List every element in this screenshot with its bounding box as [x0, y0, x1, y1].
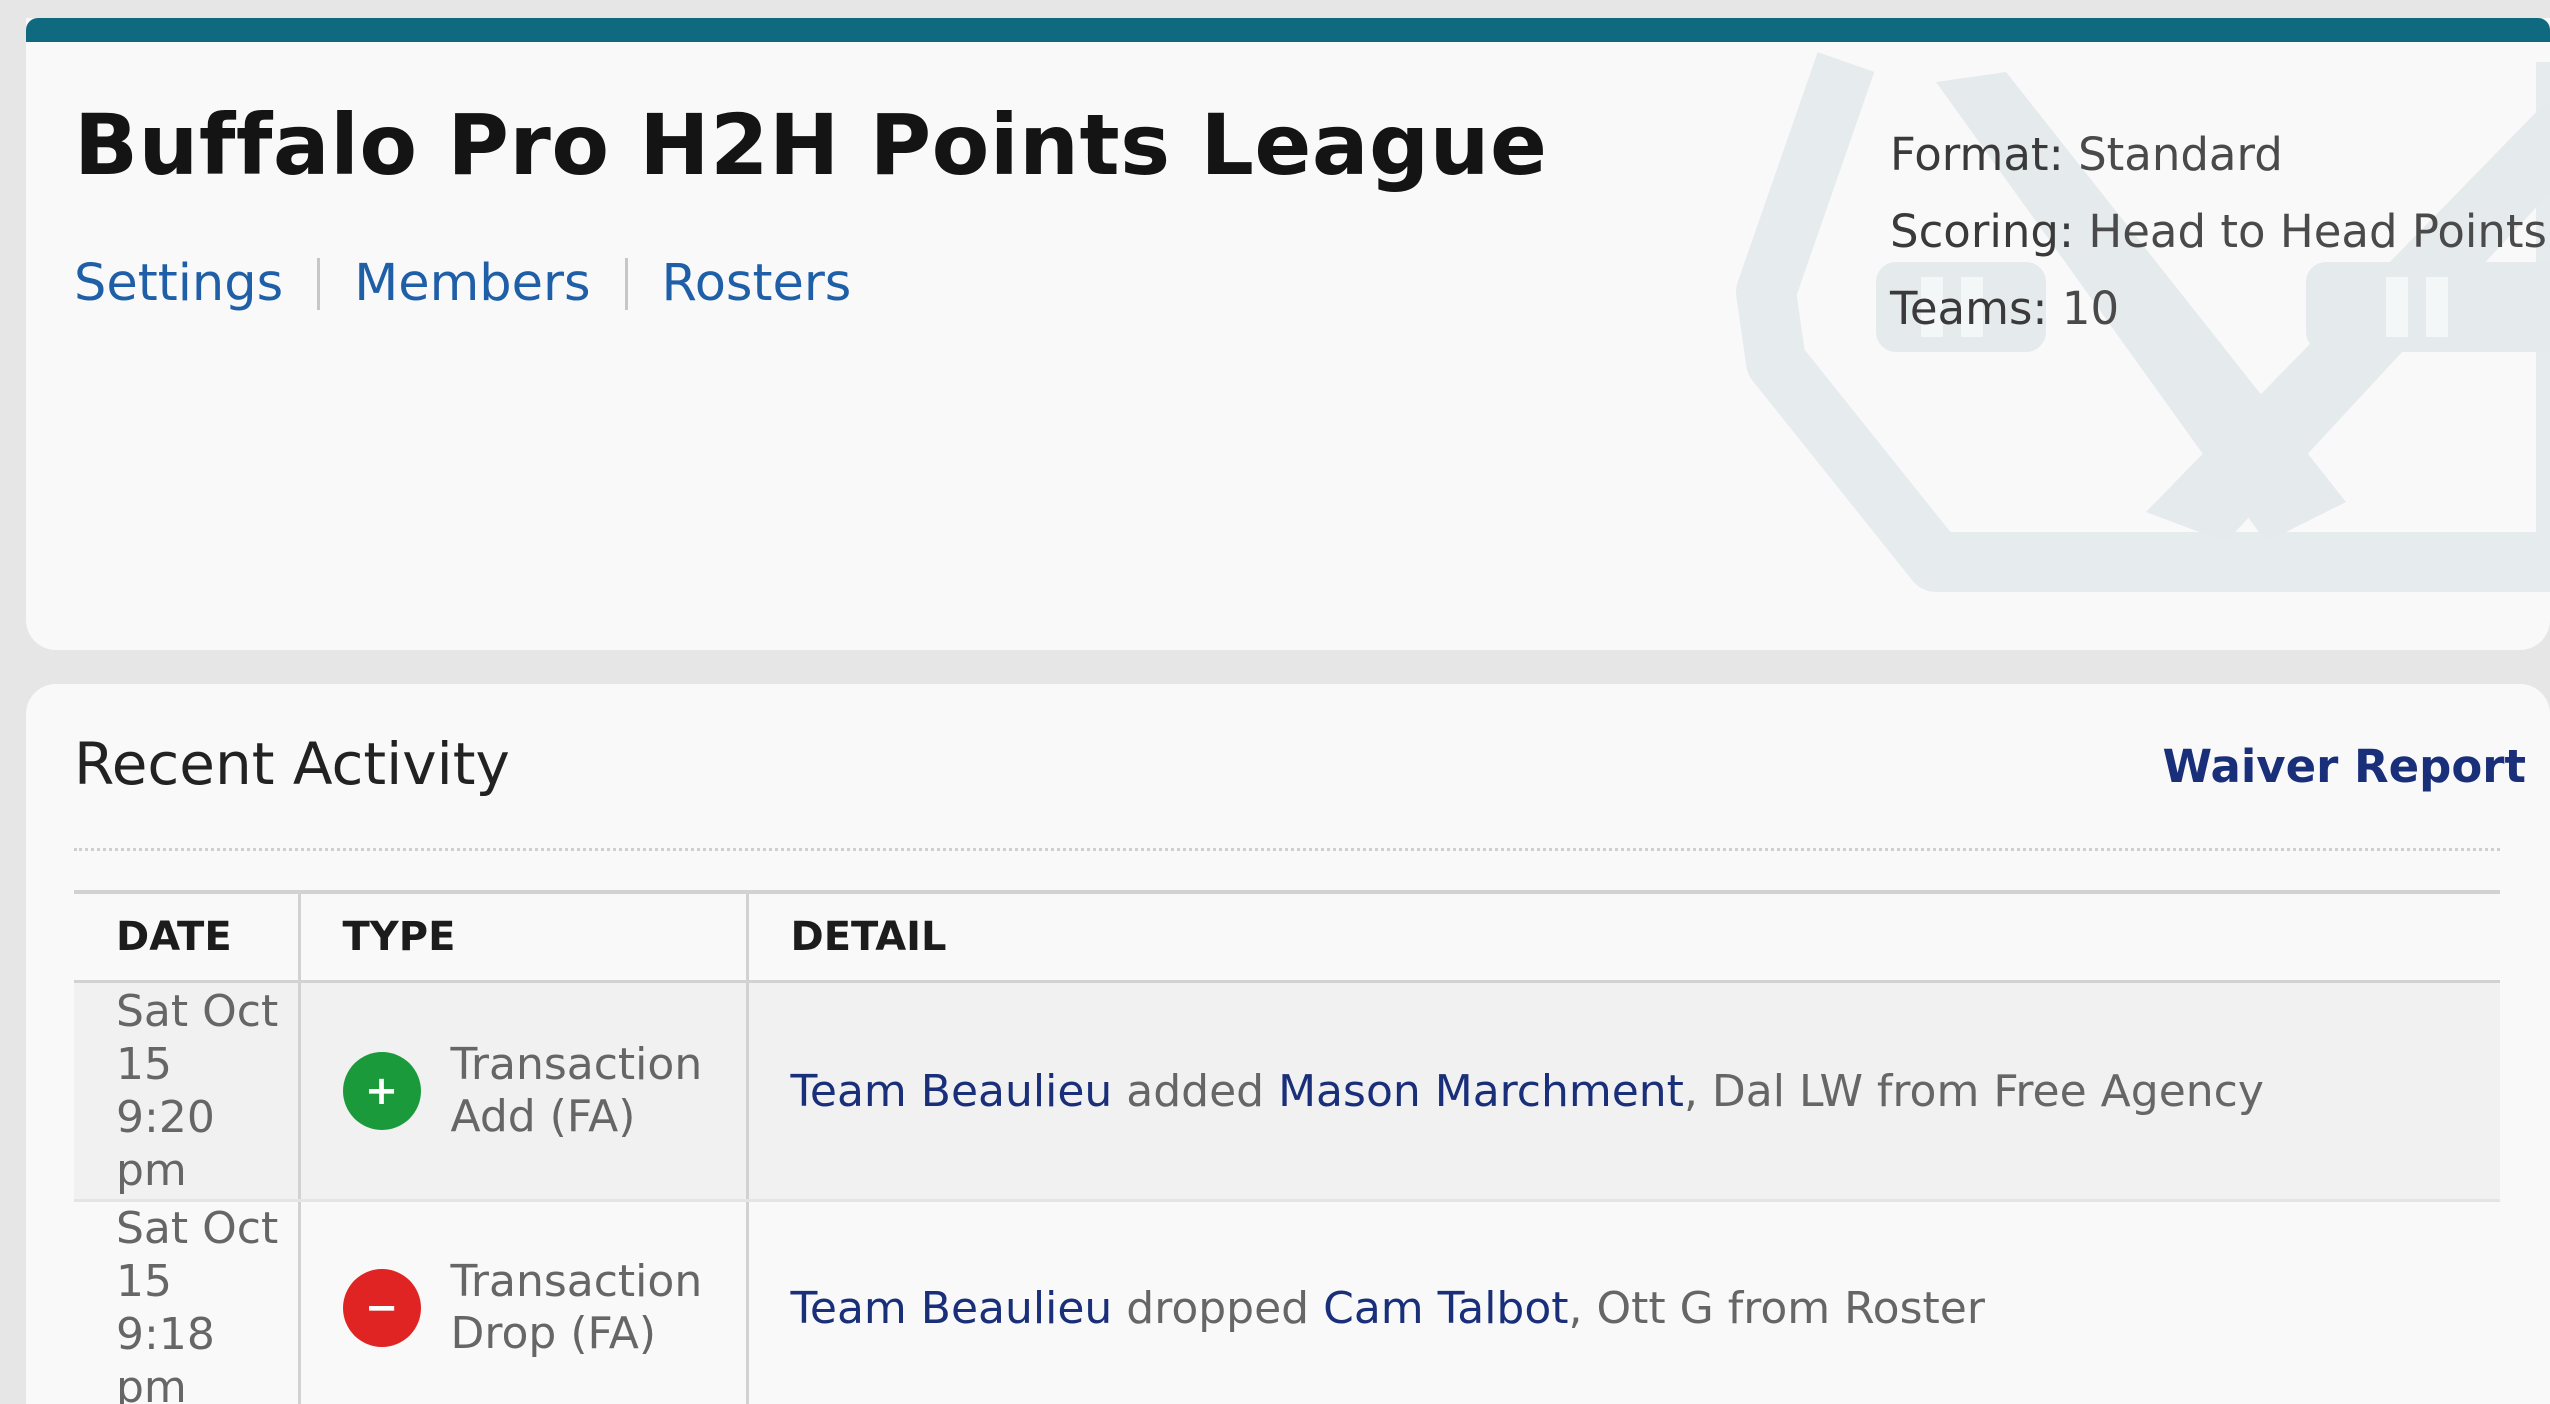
type-main: Transaction	[450, 1256, 703, 1307]
detail-rest: , Ott G from Roster	[1568, 1282, 1985, 1334]
column-header-type[interactable]: TYPE	[297, 890, 747, 983]
date-cell: Sat Oct 15 9:20 pm	[74, 981, 299, 1202]
type-cell: − Transaction Drop (FA)	[297, 1200, 747, 1404]
rosters-link[interactable]: Rosters	[662, 254, 852, 313]
detail-rest: , Dal LW from Free Agency	[1683, 1065, 2264, 1117]
date-time: 9:18 pm	[116, 1309, 215, 1404]
type-main: Transaction	[450, 1039, 703, 1090]
league-nav: Settings Members Rosters	[74, 254, 851, 313]
recent-activity-title: Recent Activity	[74, 730, 510, 798]
table-row: Sat Oct 15 9:20 pm + Transaction Add (FA…	[74, 981, 2500, 1202]
detail-cell: Team Beaulieu dropped Cam Talbot, Ott G …	[745, 1200, 2500, 1404]
type-cell: + Transaction Add (FA)	[297, 981, 747, 1202]
format-label: Format:	[1890, 128, 2064, 181]
column-header-detail[interactable]: DETAIL	[745, 890, 2500, 983]
format-info: Format: Standard	[1890, 116, 2547, 193]
date-time: 9:20 pm	[116, 1092, 215, 1196]
table-header-row: DATE TYPE DETAIL	[74, 890, 2500, 983]
detail-action: added	[1112, 1065, 1279, 1117]
settings-link[interactable]: Settings	[74, 254, 283, 313]
team-link[interactable]: Team Beaulieu	[791, 1066, 1113, 1117]
scoring-info: Scoring: Head to Head Points	[1890, 193, 2547, 270]
date-day: Sat Oct 15	[116, 986, 279, 1090]
league-meta: Format: Standard Scoring: Head to Head P…	[1890, 116, 2547, 347]
activity-table: DATE TYPE DETAIL Sat Oct 15 9:20 pm + Tr…	[74, 890, 2500, 1404]
detail-cell: Team Beaulieu added Mason Marchment, Dal…	[745, 981, 2500, 1202]
teams-label: Teams:	[1890, 282, 2048, 335]
player-link[interactable]: Mason Marchment	[1278, 1066, 1684, 1117]
team-link[interactable]: Team Beaulieu	[791, 1283, 1113, 1334]
members-link[interactable]: Members	[354, 254, 590, 313]
accent-bar	[26, 18, 2550, 42]
type-sub: Add (FA)	[450, 1091, 636, 1142]
nav-divider	[317, 257, 321, 310]
table-row: Sat Oct 15 9:18 pm − Transaction Drop (F…	[74, 1200, 2500, 1404]
recent-activity-card: Recent Activity Waiver Report DATE TYPE …	[26, 684, 2550, 1404]
format-value: Standard	[2078, 128, 2283, 181]
teams-info: Teams: 10	[1890, 270, 2547, 347]
league-title: Buffalo Pro H2H Points League	[74, 96, 1548, 194]
column-header-date[interactable]: DATE	[74, 890, 299, 983]
date-day: Sat Oct 15	[116, 1203, 279, 1307]
type-sub: Drop (FA)	[450, 1308, 657, 1359]
nav-divider	[624, 257, 628, 310]
date-cell: Sat Oct 15 9:18 pm	[74, 1200, 299, 1404]
player-link[interactable]: Cam Talbot	[1323, 1283, 1568, 1334]
drop-minus-icon: −	[342, 1269, 421, 1347]
add-plus-icon: +	[342, 1052, 421, 1130]
league-header-card: Buffalo Pro H2H Points League Settings M…	[26, 18, 2550, 650]
scoring-value: Head to Head Points	[2088, 205, 2547, 258]
scoring-label: Scoring:	[1890, 205, 2075, 258]
section-divider	[74, 848, 2500, 851]
page: Buffalo Pro H2H Points League Settings M…	[0, 0, 2550, 1404]
teams-value: 10	[2061, 282, 2120, 335]
detail-action: dropped	[1112, 1282, 1324, 1334]
waiver-report-link[interactable]: Waiver Report	[2162, 740, 2526, 793]
